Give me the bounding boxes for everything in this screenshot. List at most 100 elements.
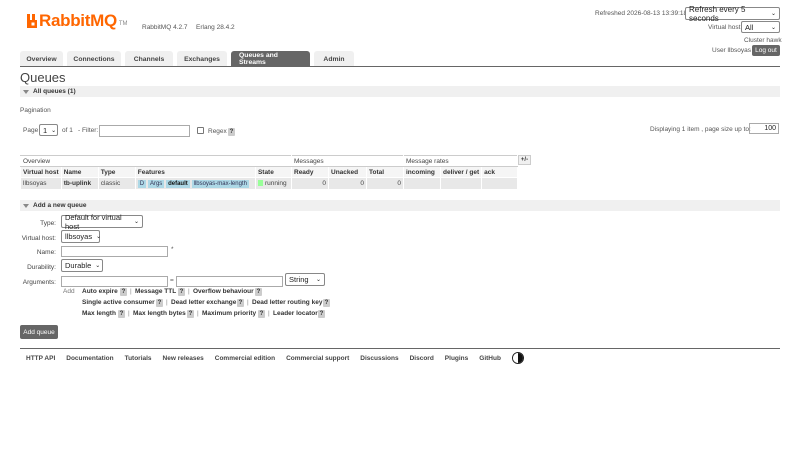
logout-button[interactable]: Log out (752, 45, 780, 56)
footer-link-tutorials[interactable]: Tutorials (125, 355, 152, 362)
footer-link-plugins[interactable]: Plugins (445, 355, 468, 362)
footer-links: HTTP API Documentation Tutorials New rel… (26, 352, 524, 364)
arg-overflow-behaviour[interactable]: Overflow behaviour (193, 288, 254, 295)
page-label: Page (23, 127, 39, 134)
queue-vhost-select[interactable]: llbsoyas ⌄ (61, 230, 101, 243)
chevron-down-icon: ⌄ (770, 24, 776, 31)
group-overview: Overview (20, 155, 292, 167)
footer-link-github[interactable]: GitHub (479, 355, 501, 362)
col-name[interactable]: Name (60, 166, 99, 178)
col-ready[interactable]: Ready (291, 166, 329, 178)
footer-link-discussions[interactable]: Discussions (360, 355, 398, 362)
theme-toggle-icon[interactable] (511, 352, 524, 364)
durability-select[interactable]: Durable ⌄ (61, 259, 103, 272)
max-length-help-icon[interactable]: ? (118, 310, 125, 318)
col-state[interactable]: State (254, 166, 293, 178)
regex-checkbox[interactable] (197, 127, 204, 134)
tab-admin[interactable]: Admin (314, 51, 354, 67)
arg-max-length-bytes[interactable]: Max length bytes (133, 310, 186, 317)
overflow-help-icon[interactable]: ? (255, 288, 262, 296)
row-ready: 0 (291, 177, 329, 190)
leader-locator-help-icon[interactable]: ? (318, 310, 325, 318)
row-ack (481, 177, 519, 190)
collapse-triangle-icon (23, 89, 29, 94)
all-queues-section-toggle[interactable]: All queues (1) (20, 86, 780, 97)
group-messages: Messages (291, 155, 404, 167)
row-state-label: running (264, 180, 287, 187)
col-total[interactable]: Total (366, 166, 404, 178)
collapse-triangle-icon (23, 203, 29, 208)
dead-letter-routing-key-help-icon[interactable]: ? (323, 299, 330, 307)
message-ttl-help-icon[interactable]: ? (178, 288, 185, 296)
durability-value: Durable (65, 261, 92, 270)
col-unacked[interactable]: Unacked (328, 166, 367, 178)
rabbitmq-logo[interactable]: RabbitMQ TM (27, 11, 128, 31)
table-row: llbsoyas tb-uplink classic D Args defaul… (20, 177, 519, 190)
page-title: Queues (20, 70, 66, 85)
footer-link-discord[interactable]: Discord (410, 355, 434, 362)
tab-connections[interactable]: Connections (67, 51, 121, 67)
row-features: D Args default llbsoyas-max-length (134, 177, 256, 190)
page-select[interactable]: 1 ⌄ (39, 124, 58, 136)
max-length-bytes-help-icon[interactable]: ? (187, 310, 194, 318)
column-toggle-button[interactable]: +/- (518, 155, 531, 165)
arg-leader-locator[interactable]: Leader locator (273, 310, 318, 317)
add-queue-section-toggle[interactable]: Add a new queue (20, 200, 780, 211)
tab-queues-and-streams[interactable]: Queues and Streams (231, 51, 310, 67)
arg-max-length[interactable]: Max length (82, 310, 116, 317)
maximum-priority-help-icon[interactable]: ? (258, 310, 265, 318)
footer-link-commercial-support[interactable]: Commercial support (286, 355, 349, 362)
queue-type-value: Default for virtual host (65, 212, 122, 231)
argument-key-input[interactable] (61, 276, 168, 287)
add-queue-button[interactable]: Add queue (20, 325, 58, 339)
col-type[interactable]: Type (97, 166, 136, 178)
current-user: User llbsoyas (712, 47, 752, 54)
page-count: of 1 (62, 127, 73, 134)
queue-name-link[interactable]: tb-uplink (60, 177, 99, 190)
refreshed-timestamp: Refreshed 2026-08-13 13:39:18 (595, 10, 688, 17)
page-size-input[interactable]: 100 (749, 123, 779, 134)
queues-table: Overview Messages Message rates Virtual … (20, 155, 519, 190)
argument-value-input[interactable] (176, 276, 283, 287)
separator: | (247, 299, 249, 306)
arg-dead-letter-exchange[interactable]: Dead letter exchange (171, 299, 236, 306)
arg-auto-expire[interactable]: Auto expire (82, 288, 118, 295)
single-active-consumer-help-icon[interactable]: ? (156, 299, 163, 307)
feature-policy-default-badge[interactable]: default (166, 180, 190, 188)
col-virtual-host[interactable]: Virtual host (20, 166, 62, 178)
arg-maximum-priority[interactable]: Maximum priority (202, 310, 256, 317)
queue-type-select[interactable]: Default for virtual host ⌄ (61, 212, 143, 231)
arg-message-ttl[interactable]: Message TTL (135, 288, 176, 295)
arg-dead-letter-routing-key[interactable]: Dead letter routing key (252, 299, 322, 306)
virtual-host-label: Virtual host (708, 24, 741, 31)
arg-single-active-consumer[interactable]: Single active consumer (82, 299, 155, 306)
col-features[interactable]: Features (134, 166, 256, 178)
refresh-interval-select[interactable]: Refresh every 5 seconds ⌄ (685, 5, 780, 23)
row-unacked: 0 (328, 177, 367, 190)
auto-expire-help-icon[interactable]: ? (120, 288, 127, 296)
dead-letter-exchange-help-icon[interactable]: ? (237, 299, 244, 307)
argument-type-select[interactable]: String ⌄ (285, 273, 325, 286)
col-deliver-get[interactable]: deliver / get (439, 166, 483, 178)
filter-input[interactable] (99, 125, 190, 137)
feature-policy-max-length-badge[interactable]: llbsoyas-max-length (191, 180, 249, 188)
tab-channels[interactable]: Channels (125, 51, 173, 67)
status-running-icon (257, 180, 263, 187)
brand-tm: TM (118, 21, 128, 27)
col-ack[interactable]: ack (481, 166, 519, 178)
footer-link-http-api[interactable]: HTTP API (26, 355, 55, 362)
arguments-label: Arguments: (22, 279, 56, 286)
col-incoming[interactable]: incoming (403, 166, 441, 178)
tab-overview[interactable]: Overview (20, 51, 63, 67)
row-deliver-get (439, 177, 483, 190)
row-state: running (254, 177, 293, 190)
tab-exchanges[interactable]: Exchanges (177, 51, 227, 67)
footer-link-new-releases[interactable]: New releases (163, 355, 204, 362)
footer-link-commercial-edition[interactable]: Commercial edition (215, 355, 275, 362)
virtual-host-select[interactable]: All ⌄ (741, 21, 780, 33)
queue-name-input[interactable] (61, 246, 168, 257)
chevron-down-icon: ⌄ (315, 277, 321, 283)
footer-link-documentation[interactable]: Documentation (66, 355, 113, 362)
regex-label: Regex (208, 128, 227, 135)
regex-help-icon[interactable]: ? (228, 128, 235, 136)
